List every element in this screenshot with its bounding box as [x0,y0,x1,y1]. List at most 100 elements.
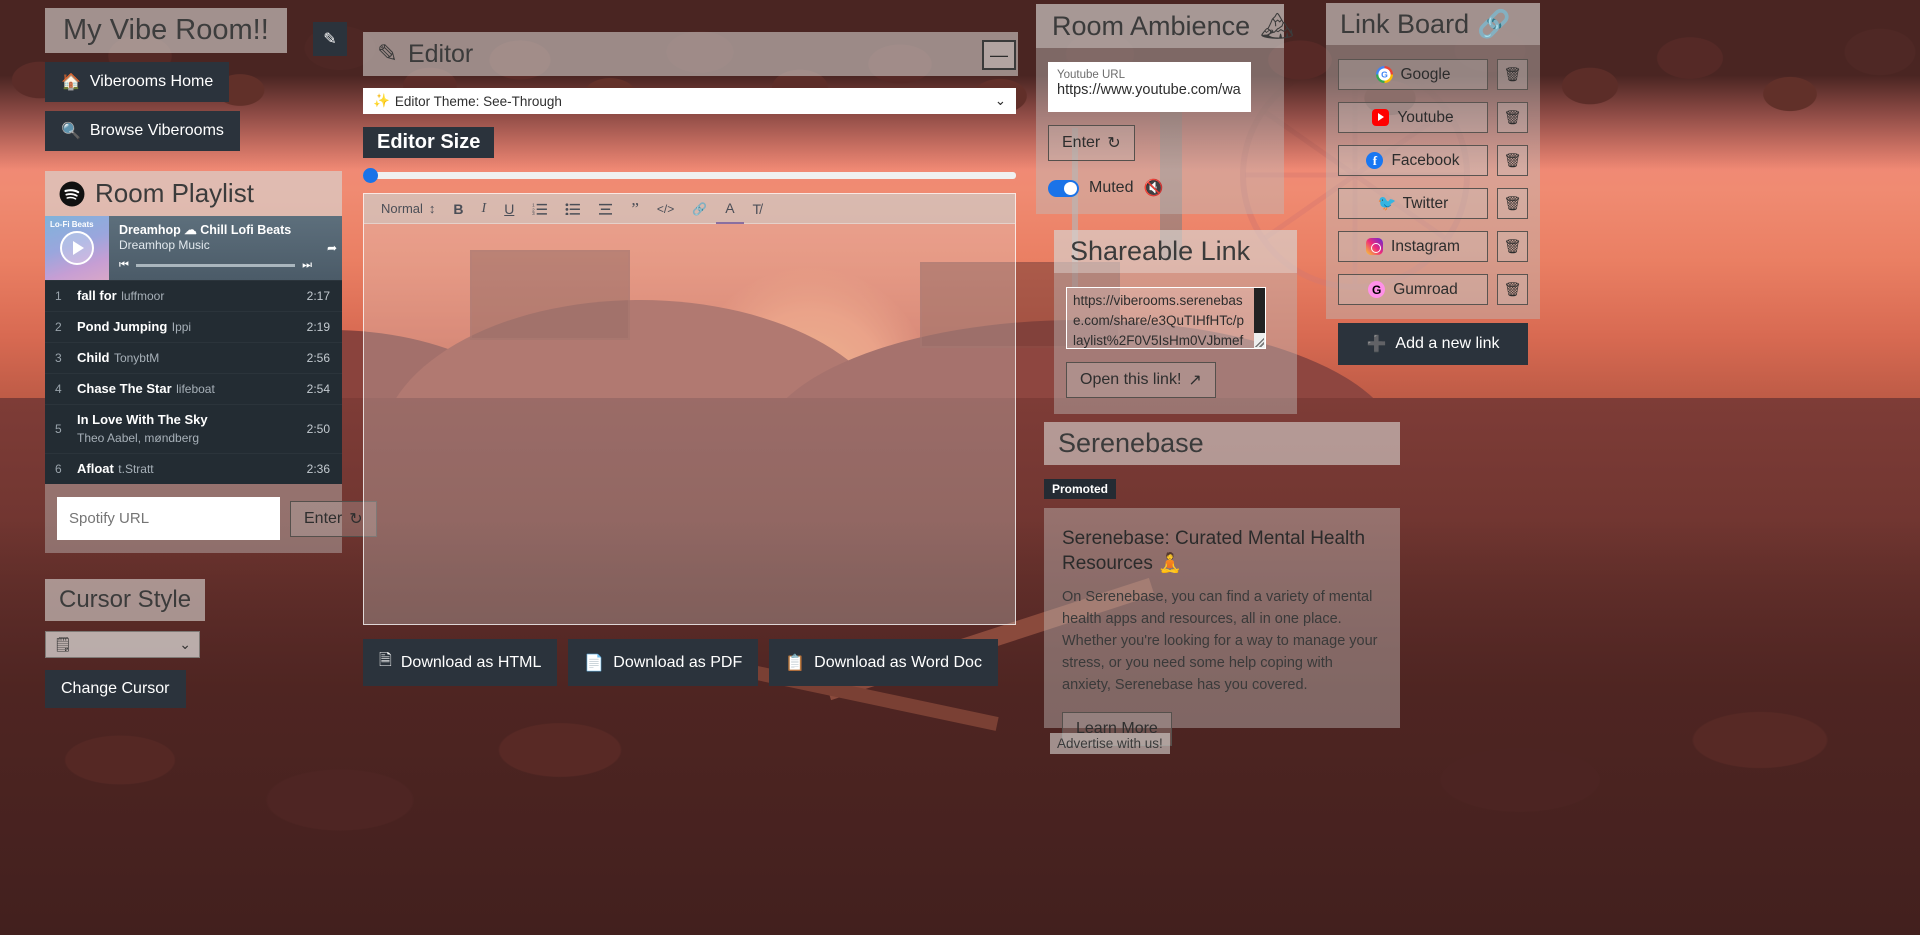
advertise-with-us-link[interactable]: Advertise with us! [1050,733,1170,754]
mute-toggle[interactable] [1048,179,1079,197]
track-row[interactable]: 3 Child TonybtM 2:56 [45,342,342,373]
add-new-link-button[interactable]: ➕ Add a new link [1338,323,1528,365]
trash-icon: 🗑 [1503,66,1522,82]
track-duration: 2:50 [306,422,330,436]
link-chip-youtube[interactable]: Youtube [1338,102,1488,133]
editor-size-slider[interactable] [363,168,1016,183]
page-title: My Vibe Room!! [45,8,287,53]
cursor-style-select[interactable]: 🗒 ⌄ [45,631,200,658]
chevron-down-icon: ⌄ [179,636,191,652]
delete-link-button[interactable]: 🗑 [1497,274,1528,305]
track-row[interactable]: 6 Afloat t.Stratt 2:36 [45,453,342,484]
sidebar-item-viberooms-home[interactable]: 🏠 Viberooms Home [45,62,230,102]
open-link-button[interactable]: Open this link! ↗ [1066,362,1216,398]
edit-room-button[interactable]: ✎ [313,22,347,56]
room-ambience-body: Youtube URL https://www.youtube.com/wa E… [1036,48,1284,214]
download-html-button[interactable]: 🗎 Download as HTML [363,639,558,686]
share-url-text: https://viberooms.serenebase.com/share/e… [1073,293,1245,348]
muted-speaker-icon: 🔇 [1143,180,1164,197]
instagram-icon [1366,238,1384,255]
youtube-url-field[interactable]: Youtube URL https://www.youtube.com/wa [1048,62,1251,112]
text-color-button[interactable]: A [716,194,744,224]
now-playing-meta: Dreamhop ☁ Chill Lofi Beats Dreamhop Mus… [109,216,322,280]
add-new-link-label: Add a new link [1395,335,1500,352]
track-info: Pond Jumping Ippi [77,318,307,336]
track-info: Afloat t.Stratt [77,460,307,478]
track-info: Chase The Star lifeboat [77,380,307,398]
share-url-textarea[interactable]: https://viberooms.serenebase.com/share/e… [1066,287,1266,349]
track-row[interactable]: 2 Pond Jumping Ippi 2:19 [45,311,342,342]
play-icon[interactable] [60,231,94,265]
align-button[interactable] [589,194,622,224]
track-number: 6 [55,462,62,476]
editor-content-area[interactable] [364,224,1015,625]
link-button[interactable]: 🔗 [683,194,716,224]
track-row[interactable]: 4 Chase The Star lifeboat 2:54 [45,373,342,404]
quote-icon: ” [631,198,639,218]
delete-link-button[interactable]: 🗑 [1497,231,1528,262]
link-chip-facebook[interactable]: Facebook [1338,145,1488,176]
track-row[interactable]: 1 fall for luffmoor 2:17 [45,280,342,311]
shareable-link-title: Shareable Link [1054,230,1297,273]
align-icon [599,203,613,215]
track-artist: t.Stratt [118,462,154,476]
promo-body-text: On Serenebase, you can find a variety of… [1062,589,1378,693]
editor-frame: Normal ↕ B I U 1 2 3 ” </> 🔗 A T̸ [363,193,1016,625]
promo-title: Serenebase [1044,422,1400,465]
clear-format-button[interactable]: T̸ [744,194,771,224]
resize-handle[interactable] [1255,338,1264,347]
previous-track-icon[interactable]: ⏮ [119,259,129,272]
link-chip-gumroad[interactable]: Gumroad [1338,274,1488,305]
spotify-embed[interactable]: Lo-Fi Beats Dreamhop ☁ Chill Lofi Beats … [45,216,342,484]
next-track-icon[interactable]: ⏭ [302,259,312,272]
delete-link-button[interactable]: 🗑 [1497,59,1528,90]
blockquote-button[interactable]: ” [622,194,648,224]
link-chip-google[interactable]: Google [1338,59,1488,90]
sidebar-item-browse-viberooms[interactable]: 🔍 Browse Viberooms [45,111,240,151]
track-info: In Love With The Sky Theo Aabel, møndber… [77,411,307,447]
delete-link-button[interactable]: 🗑 [1497,188,1528,219]
share-icon[interactable]: ➦ [322,216,342,280]
scrollbar-thumb[interactable] [1254,288,1265,333]
album-art-label: Lo-Fi Beats [50,220,94,229]
bold-button[interactable]: B [444,194,472,224]
download-pdf-button[interactable]: 📄 Download as PDF [568,639,759,686]
ordered-list-button[interactable]: 1 2 3 [523,194,556,224]
spotify-url-input[interactable] [57,497,280,540]
download-word-button[interactable]: 📋 Download as Word Doc [769,639,998,686]
facebook-icon [1366,152,1384,169]
album-art: Lo-Fi Beats [45,216,109,280]
unordered-list-button[interactable] [556,194,589,224]
sidebar-item-label: Browse Viberooms [89,122,224,139]
link-chip-twitter[interactable]: 🐦 Twitter [1338,188,1488,219]
left-sidebar: My Vibe Room!! ✎ 🏠 Viberooms Home 🔍 Brow… [45,8,377,708]
track-row[interactable]: 5 In Love With The Sky Theo Aabel, møndb… [45,404,342,453]
gumroad-icon [1368,281,1386,298]
link-board-title-label: Link Board [1340,8,1470,39]
room-ambience-title-label: Room Ambience [1052,10,1251,41]
trash-icon: 🗑 [1503,281,1522,297]
change-cursor-button[interactable]: Change Cursor [45,670,186,708]
format-block-select[interactable]: Normal ↕ [372,194,444,224]
link-row: Google 🗑 [1338,59,1528,90]
progress-bar[interactable] [135,264,296,267]
underline-button[interactable]: U [495,194,523,224]
youtube-enter-button[interactable]: Enter ↻ [1048,125,1135,161]
code-block-button[interactable]: </> [648,194,683,224]
link-label: Gumroad [1393,280,1458,298]
editor-theme-select[interactable]: ✨ Editor Theme: See-Through ⌄ [363,88,1016,114]
delete-link-button[interactable]: 🗑 [1497,102,1528,133]
link-chip-instagram[interactable]: Instagram [1338,231,1488,262]
slider-thumb[interactable] [363,168,378,183]
refresh-icon: ↻ [349,510,363,528]
house-icon: 🏠 [61,74,81,91]
italic-button[interactable]: I [473,194,496,224]
delete-link-button[interactable]: 🗑 [1497,145,1528,176]
download-pdf-label: Download as PDF [613,653,743,671]
editor-title: ✎ Editor [363,32,1018,76]
editor-minimize-button[interactable]: — [982,40,1016,70]
plus-icon: ➕ [1366,336,1387,353]
link-label: Facebook [1391,151,1460,169]
google-icon [1375,66,1393,83]
track-duration: 2:19 [306,320,330,334]
